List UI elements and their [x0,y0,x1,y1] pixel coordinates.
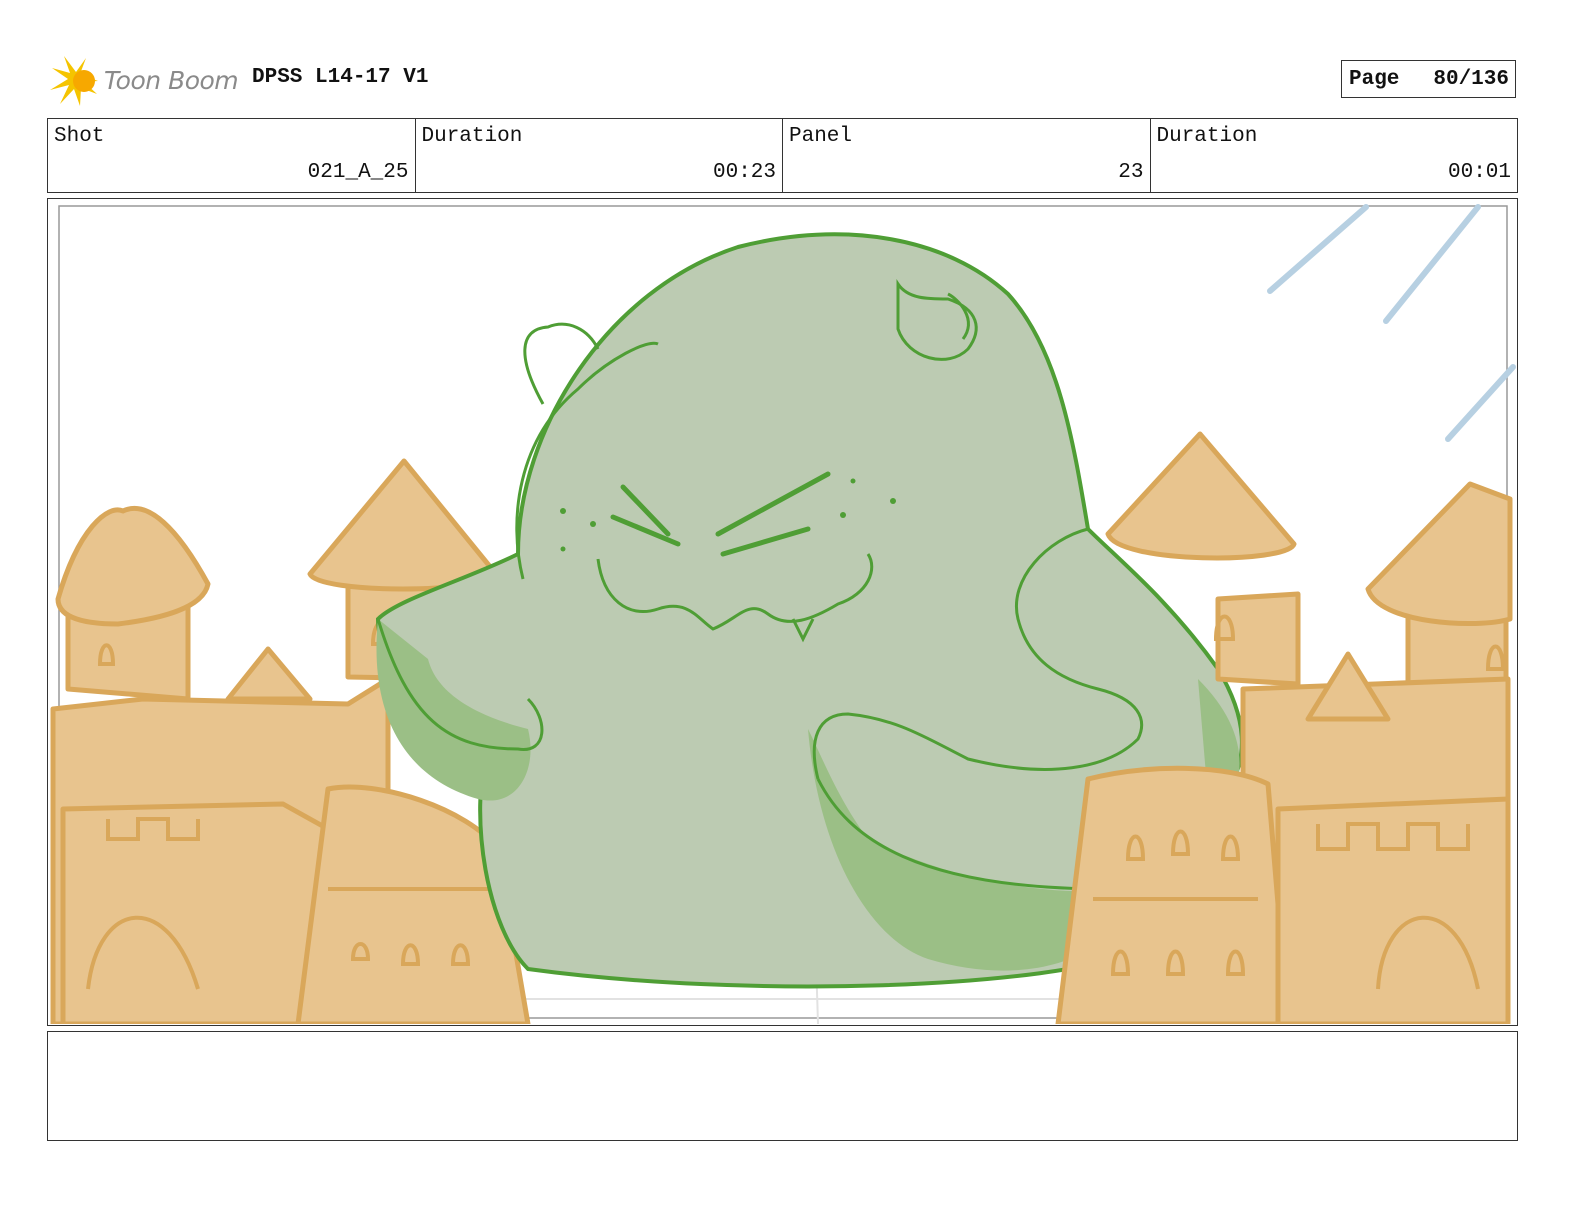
shot-label: Shot [54,125,105,148]
page-number: 80/136 [1433,67,1509,91]
shot-duration-cell: Duration 00:23 [416,119,783,192]
panel-duration-label: Duration [1156,125,1258,148]
starburst-icon [50,56,98,106]
toon-boom-logo: Toon Boom [50,54,240,108]
shot-duration-value: 00:23 [712,161,776,184]
panel-value: 23 [1118,161,1144,184]
shot-duration-label: Duration [421,125,523,148]
panel-cell: Panel 23 [783,119,1151,192]
speed-lines [1267,204,1516,442]
panel-notes-box [47,1031,1518,1141]
panel-label: Panel [789,125,853,148]
shot-value: 021_A_25 [307,161,409,184]
page-indicator: Page 80/136 [1341,60,1516,98]
panel-duration-cell: Duration 00:01 [1151,119,1518,192]
logo-wordmark: Toon Boom [104,66,239,95]
page-label: Page [1349,67,1400,91]
shot-cell: Shot 021_A_25 [48,119,416,192]
shot-info-row: Shot 021_A_25 Duration 00:23 Panel 23 Du… [47,118,1518,193]
document-title: DPSS L14-17 V1 [252,66,429,89]
storyboard-drawing [50,204,1516,1025]
panel-duration-value: 00:01 [1447,161,1511,184]
storyboard-panel-frame [47,198,1518,1026]
